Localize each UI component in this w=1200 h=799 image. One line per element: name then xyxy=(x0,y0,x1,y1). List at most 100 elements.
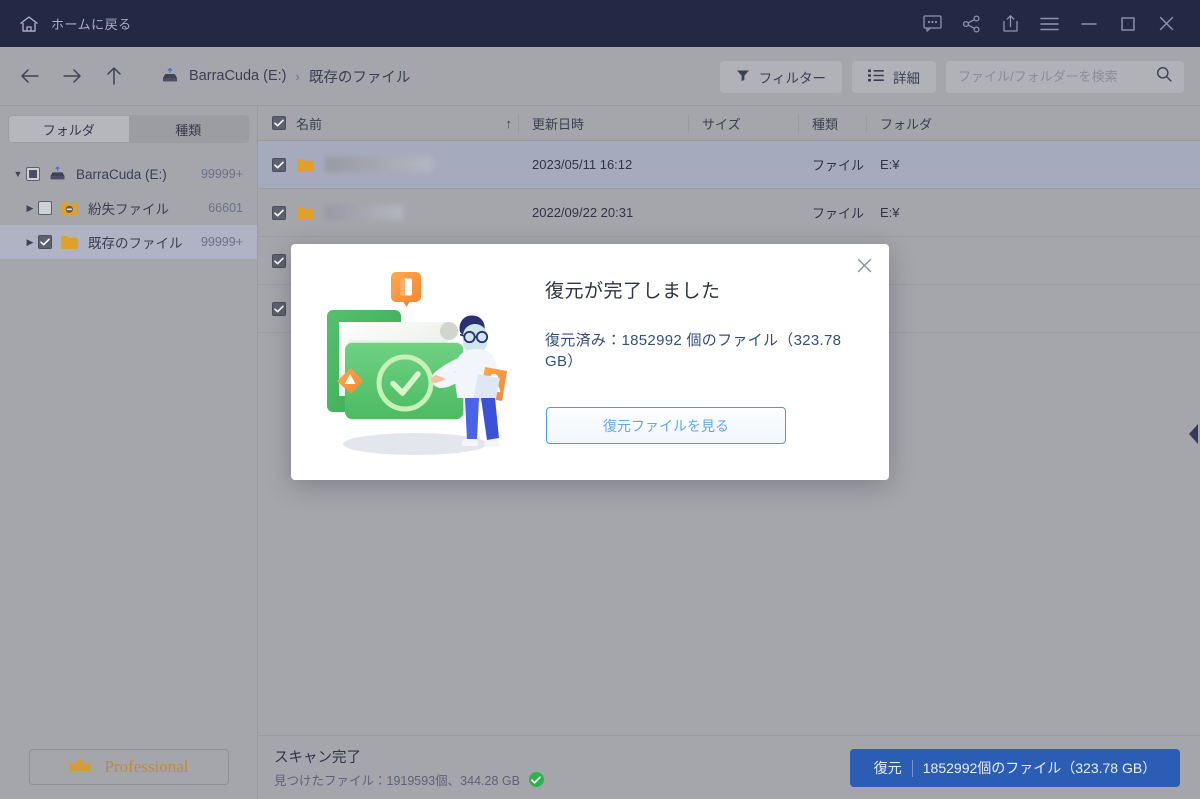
maximize-icon[interactable] xyxy=(1108,0,1147,47)
column-header-kind[interactable]: 種類 xyxy=(798,106,866,141)
filter-button[interactable]: フィルター xyxy=(719,60,842,93)
share-icon[interactable] xyxy=(952,0,991,47)
search-input[interactable] xyxy=(958,69,1156,84)
recovery-complete-dialog: 復元が完了しました 復元済み：1852992 個のファイル（323.78 GB）… xyxy=(291,244,889,480)
tree-checkbox-barracuda[interactable] xyxy=(26,167,40,181)
navigation-bar: BarraCuda (E:) › 既存のファイル フィルター 詳細 ファイル/フ… xyxy=(0,47,1200,106)
folder-tree: ▼ BarraCuda (E:) 99999+ ▶ 紛失ファイル 66601 ▶… xyxy=(0,157,257,259)
redacted-file-name xyxy=(325,157,433,172)
minimize-icon[interactable] xyxy=(1069,0,1108,47)
table-row[interactable]: 2023/05/11 16:12 ファイル フ… E:¥ xyxy=(258,141,1200,189)
tree-item-existing-files[interactable]: ▶ 既存のファイル 99999+ xyxy=(0,225,257,259)
recover-button-detail: 1852992個のファイル（323.78 GB） xyxy=(922,760,1157,776)
table-header: 名前 ↑ 更新日時 サイズ 種類 フォルダ xyxy=(258,106,1200,141)
breadcrumb-current[interactable]: 既存のファイル xyxy=(309,66,411,87)
folder-icon xyxy=(60,234,79,250)
recover-button[interactable]: 復元 1852992個のファイル（323.78 GB） xyxy=(850,749,1180,787)
tree-item-barracuda[interactable]: ▼ BarraCuda (E:) 99999+ xyxy=(0,157,257,191)
breadcrumb: BarraCuda (E:) › 既存のファイル xyxy=(160,66,410,87)
home-icon xyxy=(18,13,40,35)
recover-button-label: 復元 xyxy=(873,760,902,776)
close-icon[interactable] xyxy=(1147,0,1186,47)
navbar-tools: フィルター 詳細 xyxy=(719,47,1184,106)
twisty-expanded-icon[interactable]: ▼ xyxy=(10,169,26,179)
cell-kind: ファイル フ… xyxy=(812,158,866,173)
feedback-icon[interactable] xyxy=(913,0,952,47)
recover-button-separator xyxy=(911,759,913,777)
list-icon xyxy=(868,69,884,85)
tree-label: BarraCuda (E:) xyxy=(76,166,167,182)
column-header-name[interactable]: 名前 ↑ xyxy=(258,106,518,141)
professional-upgrade-button[interactable]: Professional xyxy=(28,749,229,785)
twisty-collapsed-icon[interactable]: ▶ xyxy=(22,237,38,248)
tree-count: 66601 xyxy=(208,201,243,215)
search-icon[interactable] xyxy=(1156,66,1172,87)
arrow-up-icon[interactable]: ↑ xyxy=(506,116,513,131)
row-checkbox[interactable] xyxy=(272,205,286,220)
app-window: ホームに戻る BarraCuda (E:) › 既存のファイル フィルター 詳細… xyxy=(0,0,1200,799)
cell-name xyxy=(258,141,518,189)
hard-drive-icon xyxy=(48,166,67,182)
crown-icon xyxy=(68,757,92,778)
column-header-size[interactable]: サイズ xyxy=(688,106,798,141)
breadcrumb-drive[interactable]: BarraCuda (E:) xyxy=(189,68,287,84)
scan-status-subtitle: 見つけたファイル：1919593個、344.28 GB xyxy=(274,774,520,788)
column-header-folder[interactable]: フォルダ xyxy=(866,106,1200,141)
arrow-right-icon[interactable] xyxy=(60,64,84,88)
search-box[interactable] xyxy=(946,60,1184,93)
filter-label: フィルター xyxy=(758,70,826,86)
row-checkbox[interactable] xyxy=(272,253,286,268)
tree-item-lost-files[interactable]: ▶ 紛失ファイル 66601 xyxy=(0,191,257,225)
scan-status-title: スキャン完了 xyxy=(274,750,361,766)
tree-label: 既存のファイル xyxy=(88,236,183,251)
menu-icon[interactable] xyxy=(1030,0,1069,47)
cell-kind: ファイル フ… xyxy=(812,206,866,221)
table-row[interactable]: 2022/09/22 20:31 ファイル フ… E:¥ xyxy=(258,189,1200,237)
column-label-name: 名前 xyxy=(296,116,323,132)
detail-button[interactable]: 詳細 xyxy=(852,60,936,93)
upload-icon[interactable] xyxy=(991,0,1030,47)
view-recovered-files-label: 復元ファイルを見る xyxy=(603,417,729,434)
tree-checkbox-lost-files[interactable] xyxy=(38,201,52,215)
preview-panel-toggle[interactable] xyxy=(1186,423,1200,450)
select-all-checkbox[interactable] xyxy=(272,116,286,130)
dialog-title: 復元が完了しました xyxy=(545,281,721,302)
close-icon[interactable] xyxy=(851,252,877,278)
arrow-up-icon[interactable] xyxy=(102,64,126,88)
title-bar: ホームに戻る xyxy=(0,0,1200,47)
chevron-left-icon xyxy=(1188,423,1199,450)
professional-bar: Professional xyxy=(0,735,258,799)
redacted-file-name xyxy=(325,205,403,220)
funnel-icon xyxy=(736,69,750,85)
sidebar-tabs: フォルダ 種類 xyxy=(8,115,249,143)
folder-icon xyxy=(296,205,315,221)
cell-size xyxy=(688,189,798,237)
back-to-home-label: ホームに戻る xyxy=(51,17,132,32)
tree-count: 99999+ xyxy=(200,235,243,249)
scan-status: スキャン完了 見つけたファイル：1919593個、344.28 GB xyxy=(274,746,544,789)
cell-folder xyxy=(866,237,1200,285)
row-checkbox[interactable] xyxy=(272,301,286,316)
arrow-left-icon[interactable] xyxy=(18,64,42,88)
back-to-home-button[interactable]: ホームに戻る xyxy=(18,13,132,35)
tree-checkbox-existing-files[interactable] xyxy=(38,235,52,249)
cell-date: 2023/05/11 16:12 xyxy=(532,157,633,172)
tab-folder[interactable]: フォルダ xyxy=(9,116,129,142)
twisty-collapsed-icon[interactable]: ▶ xyxy=(22,203,38,214)
breadcrumb-separator: › xyxy=(295,68,300,84)
cell-folder: E:¥ xyxy=(880,157,900,172)
folder-icon xyxy=(296,157,315,173)
window-actions xyxy=(913,0,1200,47)
professional-label: Professional xyxy=(104,757,189,776)
view-recovered-files-button[interactable]: 復元ファイルを見る xyxy=(546,407,786,444)
dialog-text: 復元が完了しました 復元済み：1852992 個のファイル（323.78 GB） xyxy=(545,276,869,371)
row-checkbox[interactable] xyxy=(272,157,286,172)
cell-folder: E:¥ xyxy=(880,205,900,220)
tab-type[interactable]: 種類 xyxy=(128,116,248,142)
tree-label: 紛失ファイル xyxy=(88,202,169,217)
column-header-date[interactable]: 更新日時 xyxy=(518,106,688,141)
folder-recovery-illustration xyxy=(315,264,515,464)
cell-size xyxy=(688,141,798,189)
sidebar: フォルダ 種類 ▼ BarraCuda (E:) 99999+ ▶ 紛失ファイル… xyxy=(0,106,258,735)
nav-arrow-group xyxy=(18,64,126,88)
